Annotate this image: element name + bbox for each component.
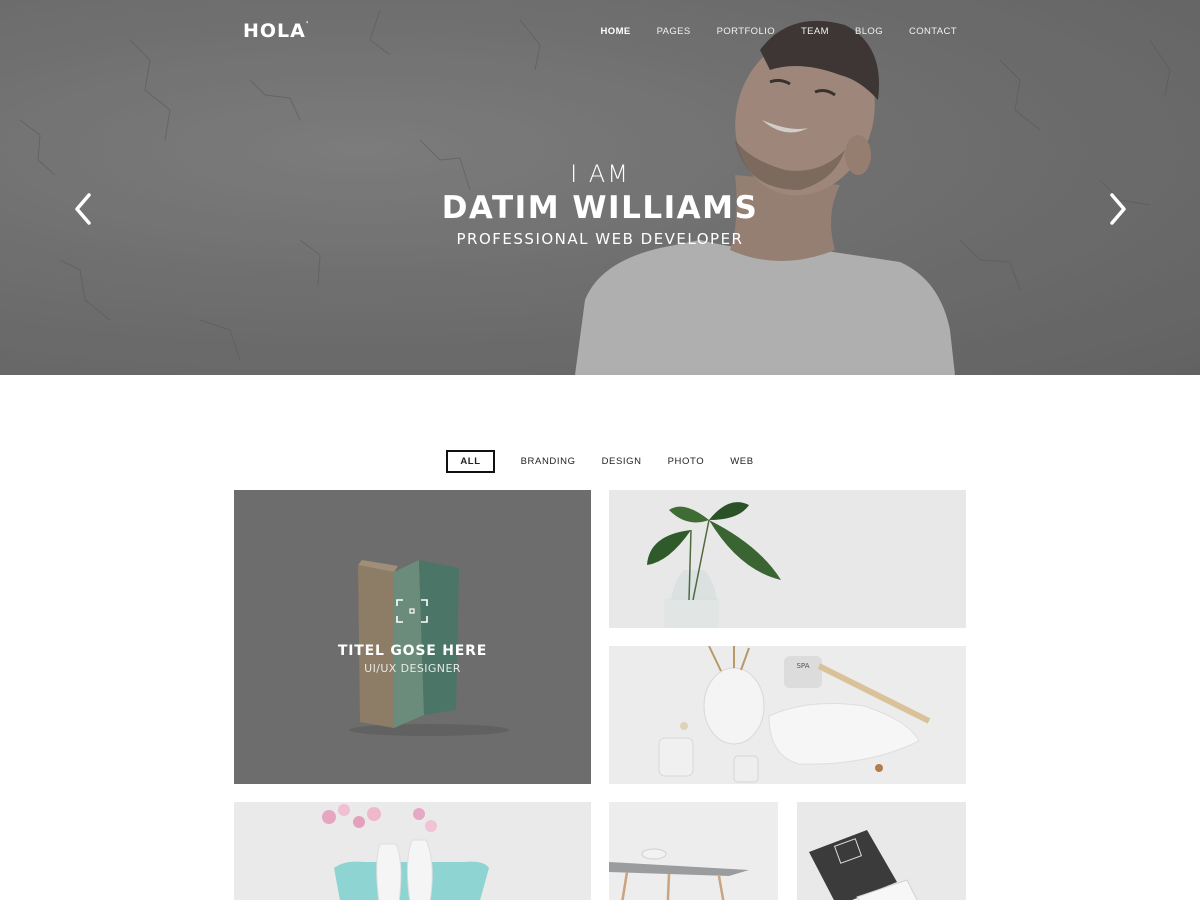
nav-item-home[interactable]: HOME — [601, 26, 631, 37]
portfolio-filters: ALL BRANDING DESIGN PHOTO WEB — [0, 450, 1200, 473]
portfolio-item-table[interactable] — [609, 802, 778, 900]
hero-subtitle: PROFESSIONAL WEB DEVELOPER — [456, 230, 744, 248]
filter-design[interactable]: DESIGN — [602, 451, 642, 472]
chevron-left-icon[interactable] — [70, 192, 96, 226]
portfolio-item-featured[interactable]: TITEL GOSE HERE UI/UX DESIGNER — [234, 490, 591, 784]
nav-item-portfolio[interactable]: PORTFOLIO — [717, 26, 775, 37]
portfolio-item-spa[interactable]: SPA — [609, 646, 966, 784]
book-mockup-image — [349, 560, 509, 736]
flower-vases-image — [322, 804, 489, 900]
spa-jar-label: SPA — [796, 662, 809, 670]
nav-item-blog[interactable]: BLOG — [855, 26, 883, 37]
hero-intro: I AM — [570, 160, 630, 188]
chevron-right-icon[interactable] — [1105, 192, 1131, 226]
portfolio-item-vases[interactable] — [234, 802, 591, 900]
site-logo[interactable]: HOLA' — [243, 20, 309, 42]
portfolio-item-business-cards[interactable] — [797, 802, 966, 900]
filter-branding[interactable]: BRANDING — [521, 451, 576, 472]
hero-name: DATIM WILLIAMS — [441, 190, 759, 226]
main-nav: HOME PAGES PORTFOLIO TEAM BLOG CONTACT — [575, 26, 957, 37]
portfolio-item-plant[interactable] — [609, 490, 966, 628]
spa-products-image: SPA — [658, 646, 931, 783]
nav-item-team[interactable]: TEAM — [801, 26, 829, 37]
expand-icon[interactable] — [396, 599, 428, 623]
nav-item-contact[interactable]: CONTACT — [909, 26, 957, 37]
featured-title: TITEL GOSE HERE — [337, 643, 488, 659]
filter-photo[interactable]: PHOTO — [668, 451, 705, 472]
filter-web[interactable]: WEB — [730, 451, 753, 472]
filter-all[interactable]: ALL — [446, 450, 495, 473]
business-cards-image — [809, 830, 918, 900]
nav-item-pages[interactable]: PAGES — [657, 26, 691, 37]
plant-vase-image — [647, 502, 781, 628]
table-image — [609, 848, 749, 900]
featured-subtitle: UI/UX DESIGNER — [364, 662, 461, 675]
hero-banner: HOLA' HOME PAGES PORTFOLIO TEAM BLOG CON… — [0, 0, 1200, 375]
